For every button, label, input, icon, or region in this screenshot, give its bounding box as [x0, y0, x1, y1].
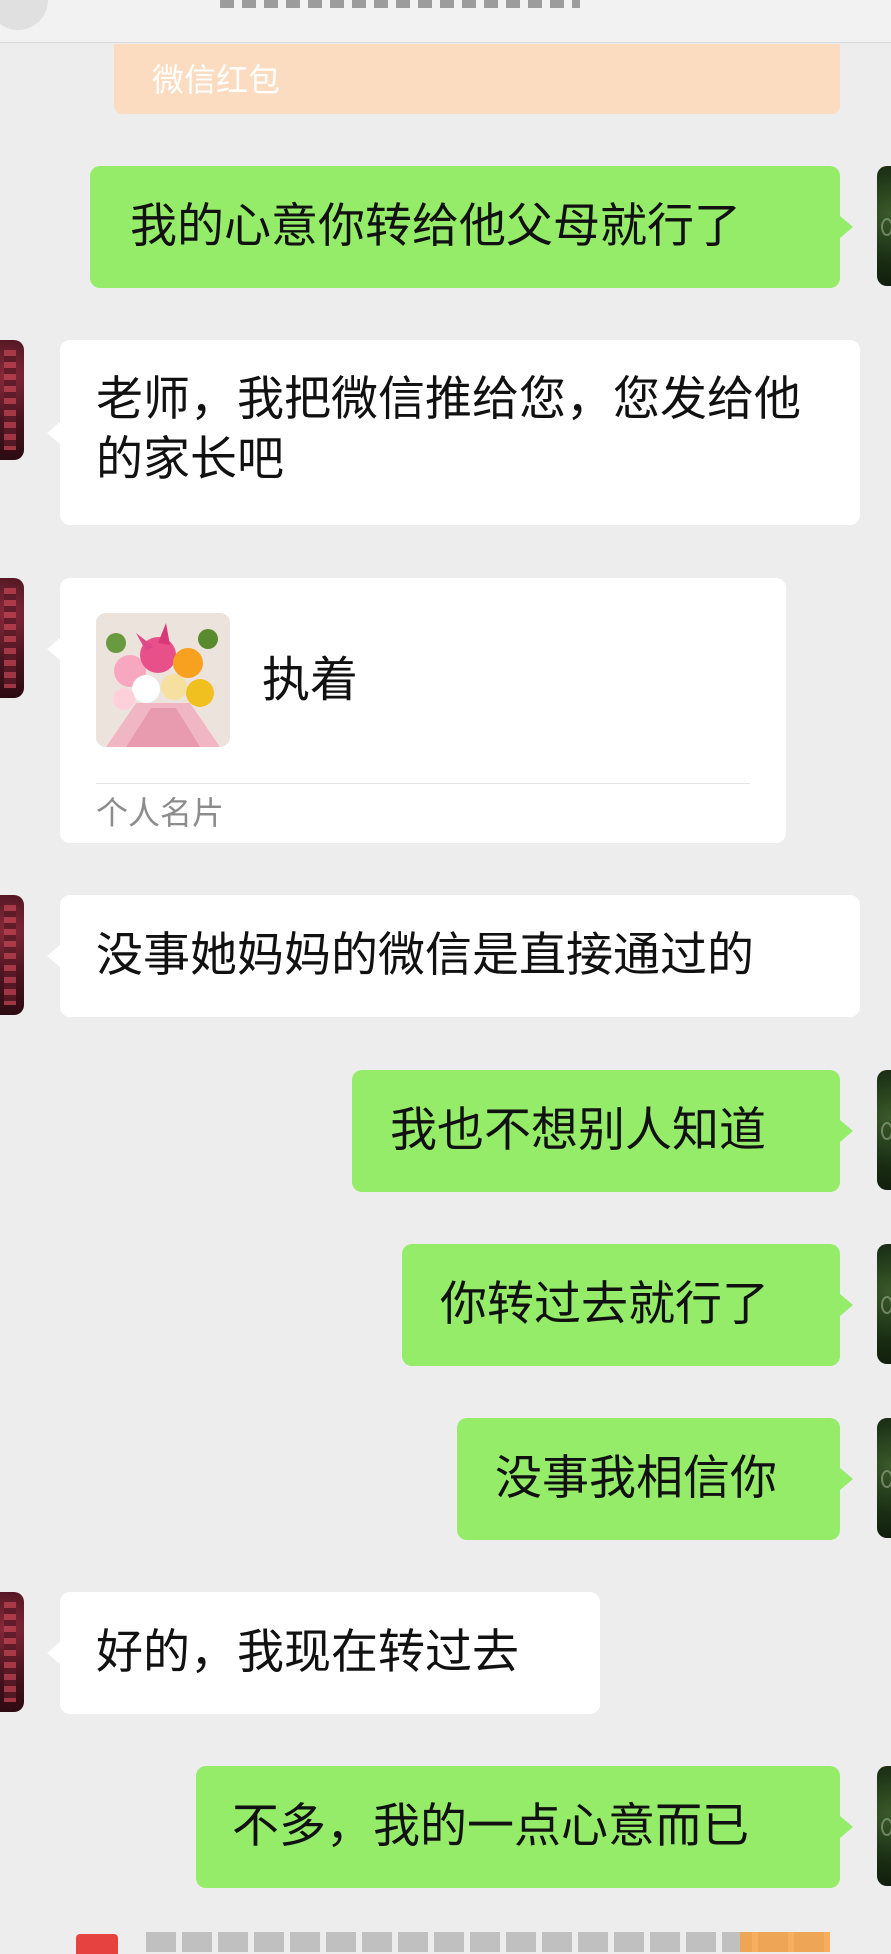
- contact-avatar[interactable]: [0, 578, 24, 698]
- contact-card-type: 个人名片: [96, 794, 225, 832]
- bubble-tail: [47, 945, 60, 967]
- message-text: 不多，我的一点心意而已: [232, 1799, 749, 1854]
- message-text: 好的，我现在转过去: [96, 1625, 519, 1680]
- avatar-partial: [0, 0, 48, 30]
- my-avatar[interactable]: [877, 166, 891, 286]
- my-avatar[interactable]: [877, 1766, 891, 1886]
- red-packet-label: 微信红包: [152, 61, 281, 99]
- contact-avatar[interactable]: [0, 895, 24, 1015]
- bubble-tail: [840, 1468, 853, 1490]
- contact-card-message[interactable]: 执着 个人名片: [47, 578, 786, 843]
- bubble-tail: [47, 421, 60, 444]
- bubble-tail: [840, 1120, 853, 1142]
- my-avatar[interactable]: [877, 1070, 891, 1190]
- message-text: 我的心意你转给他父母就行了: [130, 199, 741, 254]
- message-text: 没事我相信你: [495, 1451, 777, 1506]
- message-bubble-incoming[interactable]: 老师，我把微信推给您，您发给他的家长吧: [47, 340, 860, 525]
- message-bubble-outgoing[interactable]: 我也不想别人知道: [352, 1070, 853, 1192]
- message-bubble-outgoing[interactable]: 你转过去就行了: [402, 1244, 853, 1366]
- my-avatar[interactable]: [877, 1244, 891, 1364]
- contact-avatar[interactable]: [0, 340, 24, 460]
- message-text: 你转过去就行了: [440, 1277, 769, 1332]
- message-bubble-incoming[interactable]: 好的，我现在转过去: [47, 1592, 600, 1714]
- bottom-cutoff-notice: [0, 1928, 891, 1954]
- card-divider: [96, 783, 750, 784]
- bubble-tail: [47, 1642, 60, 1664]
- message-bubble-outgoing[interactable]: 不多，我的一点心意而已: [196, 1766, 853, 1888]
- contact-card-name: 执着: [262, 652, 359, 708]
- message-text: 我也不想别人知道: [390, 1103, 766, 1158]
- contact-avatar[interactable]: [0, 1592, 24, 1712]
- bubble-tail: [840, 216, 853, 238]
- message-text: 没事她妈妈的微信是直接通过的: [96, 928, 754, 983]
- red-packet-message[interactable]: 微信红包: [114, 44, 840, 114]
- my-avatar[interactable]: [877, 1418, 891, 1538]
- message-bubble-outgoing[interactable]: 没事我相信你: [457, 1418, 853, 1540]
- message-text: 老师，我把微信推给您，您发给他的家长吧: [96, 372, 801, 487]
- message-bubble-incoming[interactable]: 没事她妈妈的微信是直接通过的: [47, 895, 860, 1017]
- bubble-tail: [840, 1816, 853, 1838]
- top-cutoff-header: [0, 0, 891, 43]
- cutoff-text: [220, 0, 580, 8]
- red-packet-icon: [76, 1934, 118, 1954]
- flower-bouquet-image: [96, 613, 230, 747]
- bubble-tail: [840, 1294, 853, 1316]
- bubble-tail: [47, 638, 60, 660]
- message-bubble-outgoing[interactable]: 我的心意你转给他父母就行了: [90, 166, 853, 288]
- cutoff-notice-link: [740, 1932, 830, 1952]
- cutoff-notice-text: [146, 1932, 826, 1952]
